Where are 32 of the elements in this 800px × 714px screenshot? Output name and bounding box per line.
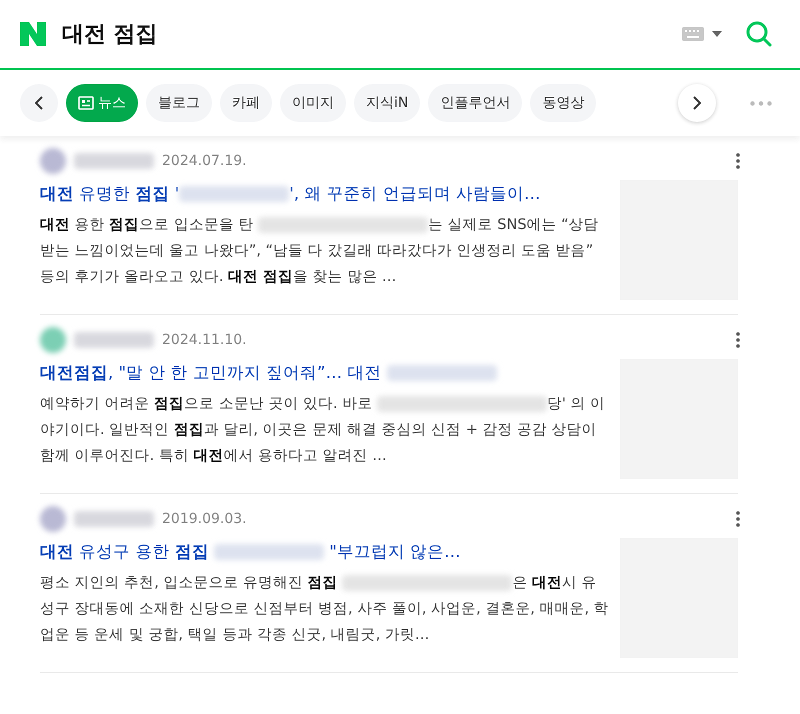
result-description: 평소 지인의 추천, 입소문으로 유명해진 점집 은 대전시 유성구 장대동에 소재한 신당으로 신점부터 병점, 사주 풀이, 사업운, 결혼운, 매매운, 학업운 등 운세 및 궁합, 택일 등과 각종 신굿, 내림굿, 가릿…: [40, 574, 610, 645]
result-description: 예약하기 어려운 점집으로 소문난 곳이 있다. 바로 당' 의 이야기이다. 일반적인 점집과 달리, 이곳은 문제 해결 중심의 신점 + 감정 공감 상담이 함께 이루어진다. 특히 대전에서 용하다고 알려진 …: [40, 394, 606, 466]
tab[interactable]: 지식iN: [354, 84, 420, 122]
result-title[interactable]: 대전점집, "말 안 한 고민까지 짚어줘”… 대전: [40, 361, 610, 386]
tab[interactable]: 블로그: [146, 84, 212, 122]
next-button[interactable]: [678, 84, 716, 122]
chevron-left-icon: [35, 96, 43, 110]
previous-button[interactable]: [20, 84, 58, 122]
date-text: 2019.09.03.: [162, 510, 247, 528]
caret-icon[interactable]: [712, 31, 722, 37]
keyboard-icon[interactable]: [682, 27, 704, 41]
tab[interactable]: 동영상: [530, 84, 596, 122]
more-options-icon[interactable]: [736, 332, 740, 348]
source-name[interactable]: [74, 332, 154, 348]
more-options-icon[interactable]: [736, 511, 740, 527]
news-icon: [78, 96, 94, 110]
result-description: 대전 용한 점집으로 입소문을 탄 는 실제로 SNS에는 “상담받는 느낌이었는데 울고 나왔다”, “남들 다 갔길래 따라갔다가 인생정리 도움 받음” 등의 후기가 올라오고 있다. 대전 점집을 찾는 많은 …: [40, 216, 600, 287]
date-text: 2024.11.10.: [162, 330, 247, 350]
more-options-icon[interactable]: [736, 153, 740, 169]
search-icon[interactable]: [746, 21, 772, 47]
date-text: 2024.07.19.: [162, 152, 247, 170]
tab[interactable]: 이미지: [280, 84, 346, 122]
result-title[interactable]: 대전 유명한 점집 ' ', 왜 꾸준히 언급되며 사람들이…: [40, 182, 610, 207]
source-name[interactable]: [74, 153, 154, 169]
tab[interactable]: 인플루언서: [428, 84, 522, 122]
search-query[interactable]: 대전 점집: [62, 18, 158, 50]
chevron-right-icon: [693, 96, 701, 110]
more-icon[interactable]: [750, 100, 772, 106]
result-title[interactable]: 대전 유성구 용한 점집 "부끄럽지 않은…: [40, 540, 610, 565]
logo-icon[interactable]: [20, 22, 46, 46]
source-name[interactable]: [74, 511, 154, 527]
tab[interactable]: 카페: [220, 84, 272, 122]
